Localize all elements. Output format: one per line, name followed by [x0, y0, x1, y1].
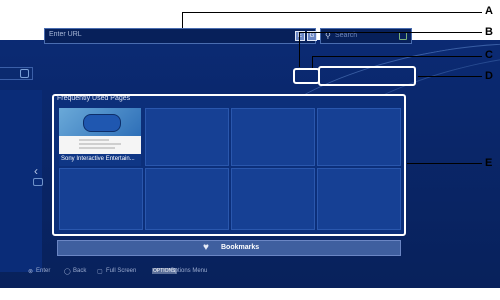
url-input[interactable]: Enter URL [44, 28, 316, 44]
left-toolbar-strip [0, 67, 33, 80]
full-screen-hint: Full Screen [106, 268, 137, 274]
url-buttons-highlight [293, 68, 320, 84]
callout-line-b [299, 32, 300, 67]
page-tile-sony[interactable]: Sony Interactive Entertain... [59, 108, 141, 166]
search-highlight [318, 66, 416, 86]
search-placeholder: Search [335, 32, 358, 39]
heart-icon: ♥ [203, 242, 209, 253]
callout-label-d: D [485, 70, 493, 82]
callout-label-e: E [485, 157, 493, 169]
callout-line-a [182, 12, 183, 28]
bookmarks-label: Bookmarks [221, 244, 260, 251]
button-guide: ⊗ Enter ◯ Back ▢ Full Screen OPTIONS Opt… [0, 267, 500, 277]
tile-caption-text: Sony Interactive Entertain... [61, 156, 135, 162]
square-icon [20, 69, 29, 78]
callout-label-a: A [485, 5, 493, 17]
thumbnail-text-line [79, 139, 109, 141]
page-tile[interactable] [317, 108, 401, 166]
back-hint: Back [73, 268, 87, 274]
triangle-button-icon [399, 32, 407, 40]
thumbnail-text-line [79, 143, 121, 145]
callout-label-b: B [485, 26, 493, 38]
callout-line-a [182, 12, 482, 13]
cross-button-icon: ⊗ [28, 269, 34, 275]
tile-caption: Sony Interactive Entertain... [59, 154, 141, 166]
thumbnail-text-line [79, 147, 115, 149]
page-tile[interactable] [145, 168, 229, 230]
l1-button-icon [33, 178, 43, 186]
callout-line-d [418, 76, 482, 77]
square-button-icon: ▢ [97, 269, 103, 275]
page-tile[interactable] [317, 168, 401, 230]
page-tile[interactable] [145, 108, 229, 166]
circle-button-icon: ◯ [64, 269, 71, 275]
page-tile[interactable] [231, 168, 315, 230]
callout-line-c [312, 56, 313, 68]
url-placeholder: Enter URL [49, 31, 82, 38]
enter-hint: Enter [36, 268, 51, 274]
controller-image [83, 114, 121, 132]
callout-line-c [312, 56, 482, 57]
chevron-left-icon[interactable]: ‹ [34, 164, 38, 178]
search-input[interactable]: ⚲ Search [320, 28, 412, 44]
callout-line-e [407, 163, 482, 164]
panel-title: Frequently Used Pages [57, 95, 131, 102]
page-tile[interactable] [231, 108, 315, 166]
bookmarks-button[interactable]: ♥ Bookmarks [57, 240, 401, 256]
callout-line-b [299, 32, 482, 33]
options-menu-hint: Options Menu [170, 268, 208, 274]
callout-label-c: C [485, 49, 493, 61]
page-tile[interactable] [59, 168, 143, 230]
